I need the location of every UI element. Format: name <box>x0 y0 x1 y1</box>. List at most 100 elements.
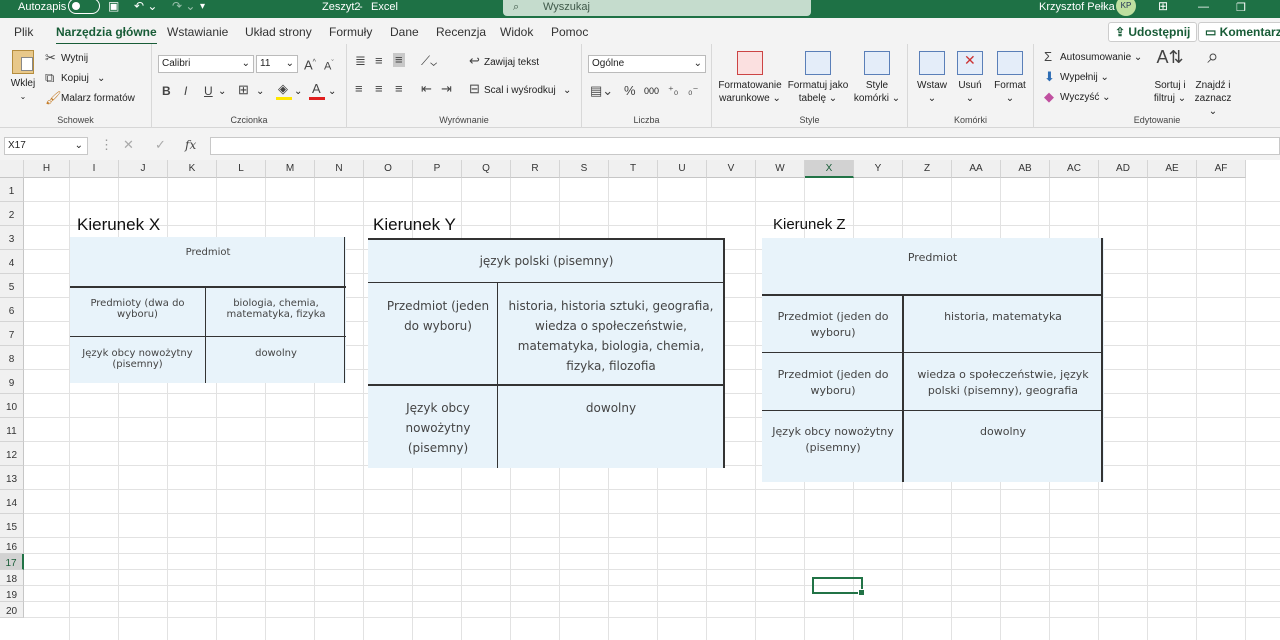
column-header-ae[interactable]: AE <box>1148 160 1197 178</box>
delete-cells-button[interactable]: ✕ Usuń ⌄ <box>952 51 988 105</box>
column-header-v[interactable]: V <box>707 160 756 178</box>
format-painter-button[interactable]: Malarz formatów <box>61 93 135 104</box>
wrap-text-button[interactable]: Zawijaj tekst <box>484 57 539 68</box>
column-header-q[interactable]: Q <box>462 160 511 178</box>
row-header-4[interactable]: 4 <box>0 250 24 274</box>
undo-icon[interactable]: ↶ ⌄ <box>134 0 157 13</box>
enter-icon[interactable]: ✓ <box>155 138 166 152</box>
column-header-l[interactable]: L <box>217 160 266 178</box>
column-header-ac[interactable]: AC <box>1050 160 1099 178</box>
column-header-u[interactable]: U <box>658 160 707 178</box>
column-header-i[interactable]: I <box>70 160 119 178</box>
row-header-17[interactable]: 17 <box>0 554 24 570</box>
tab-data[interactable]: Dane <box>390 25 419 39</box>
row-header-18[interactable]: 18 <box>0 570 24 586</box>
align-center-icon[interactable]: ≡ <box>375 82 383 96</box>
column-header-x[interactable]: X <box>805 160 854 178</box>
active-cell-x17[interactable] <box>812 577 865 596</box>
share-button[interactable]: ⇪ Udostępnij <box>1108 22 1198 42</box>
fill-icon[interactable]: ⬇ <box>1044 70 1055 84</box>
decrease-decimal-icon[interactable]: ₀⁻ <box>688 84 698 98</box>
sort-filter-button[interactable]: A⇅ Sortuj i filtruj ⌄ <box>1148 48 1192 105</box>
name-box[interactable]: X17 ⌄ <box>4 137 88 155</box>
column-header-y[interactable]: Y <box>854 160 903 178</box>
font-name-select[interactable]: Calibri ⌄ <box>158 55 254 73</box>
borders-icon[interactable]: ⊞ <box>238 83 249 97</box>
ribbon-display-icon[interactable]: ⊞ <box>1158 0 1168 13</box>
format-cells-button[interactable]: Format ⌄ <box>990 51 1030 105</box>
column-header-j[interactable]: J <box>119 160 168 178</box>
row-header-11[interactable]: 11 <box>0 418 24 442</box>
autosave-toggle[interactable] <box>68 0 100 14</box>
conditional-formatting-button[interactable]: Formatowanie warunkowe ⌄ <box>718 51 782 105</box>
column-header-ab[interactable]: AB <box>1001 160 1050 178</box>
column-header-aa[interactable]: AA <box>952 160 1001 178</box>
underline-button[interactable]: U <box>204 84 213 98</box>
fill-color-icon[interactable]: ◈ <box>278 82 288 96</box>
align-right-icon[interactable]: ≡ <box>395 82 403 96</box>
tab-insert[interactable]: Wstawianie <box>167 25 228 39</box>
italic-button[interactable]: I <box>184 84 187 98</box>
cut-icon[interactable]: ✂ <box>45 51 56 65</box>
row-header-6[interactable]: 6 <box>0 298 24 322</box>
accounting-format-icon[interactable]: ▤⌄ <box>590 84 613 98</box>
align-middle-icon[interactable]: ≡ <box>375 54 383 68</box>
minimize-icon[interactable]: — <box>1198 1 1209 13</box>
font-color-icon[interactable]: A <box>312 82 321 96</box>
copy-button[interactable]: Kopiuj <box>61 73 89 84</box>
column-header-h[interactable]: H <box>24 160 70 178</box>
row-header-20[interactable]: 20 <box>0 602 24 618</box>
tab-file[interactable]: Plik <box>14 25 33 39</box>
find-select-button[interactable]: ⌕ Znajdź i zaznacz ⌄ <box>1190 47 1236 118</box>
percent-style-button[interactable]: % <box>624 84 636 98</box>
tab-page-layout[interactable]: Układ strony <box>245 25 312 39</box>
autosum-button[interactable]: Autosumowanie ⌄ <box>1060 52 1142 63</box>
merge-center-button[interactable]: Scal i wyśrodkuj <box>484 85 556 96</box>
customize-qat-icon[interactable]: ▾ <box>200 1 205 12</box>
wrap-text-icon[interactable]: ↩ <box>469 54 480 68</box>
column-header-p[interactable]: P <box>413 160 462 178</box>
format-as-table-button[interactable]: Formatuj jako tabelę ⌄ <box>786 51 850 105</box>
row-header-14[interactable]: 14 <box>0 490 24 514</box>
column-header-w[interactable]: W <box>756 160 805 178</box>
row-header-16[interactable]: 16 <box>0 538 24 554</box>
row-header-8[interactable]: 8 <box>0 346 24 370</box>
row-header-7[interactable]: 7 <box>0 322 24 346</box>
orientation-icon[interactable]: ⟋⌄ <box>421 54 437 68</box>
fill-button[interactable]: Wypełnij ⌄ <box>1060 72 1109 83</box>
column-header-t[interactable]: T <box>609 160 658 178</box>
row-header-15[interactable]: 15 <box>0 514 24 538</box>
column-header-k[interactable]: K <box>168 160 217 178</box>
decrease-indent-icon[interactable]: ⇤ <box>421 82 432 96</box>
clear-icon[interactable]: ◆ <box>1044 90 1054 104</box>
save-icon[interactable]: ▣ <box>108 0 119 13</box>
align-left-icon[interactable]: ≡ <box>355 82 363 96</box>
bold-button[interactable]: B <box>162 84 171 98</box>
row-header-9[interactable]: 9 <box>0 370 24 394</box>
restore-icon[interactable]: ❐ <box>1236 1 1246 14</box>
clear-button[interactable]: Wyczyść ⌄ <box>1060 92 1111 103</box>
row-header-19[interactable]: 19 <box>0 586 24 602</box>
column-header-z[interactable]: Z <box>903 160 952 178</box>
tab-formulas[interactable]: Formuły <box>329 25 372 39</box>
row-header-2[interactable]: 2 <box>0 202 24 226</box>
grow-font-button[interactable]: A^ <box>304 56 316 72</box>
copy-icon[interactable]: ⧉ <box>45 71 54 85</box>
select-all-corner[interactable] <box>0 160 24 178</box>
align-bottom-icon[interactable]: ≡ <box>393 53 405 67</box>
font-size-select[interactable]: 11 ⌄ <box>256 55 298 73</box>
number-format-select[interactable]: Ogólne ⌄ <box>588 55 706 73</box>
search-box[interactable]: ⌕ Wyszukaj <box>503 0 811 16</box>
row-header-1[interactable]: 1 <box>0 178 24 202</box>
insert-function-button[interactable]: fx <box>185 138 196 152</box>
column-header-ad[interactable]: AD <box>1099 160 1148 178</box>
cell-styles-button[interactable]: Style komórki ⌄ <box>852 51 902 105</box>
user-name[interactable]: Krzysztof Pełka <box>1039 1 1115 13</box>
comments-button[interactable]: ▭ Komentarze <box>1198 22 1280 42</box>
column-header-s[interactable]: S <box>560 160 609 178</box>
column-header-n[interactable]: N <box>315 160 364 178</box>
insert-cells-button[interactable]: Wstaw ⌄ <box>914 51 950 105</box>
column-header-r[interactable]: R <box>511 160 560 178</box>
autosum-icon[interactable]: Σ <box>1044 50 1052 64</box>
paste-button[interactable]: Wklej ⌄ <box>6 50 40 103</box>
